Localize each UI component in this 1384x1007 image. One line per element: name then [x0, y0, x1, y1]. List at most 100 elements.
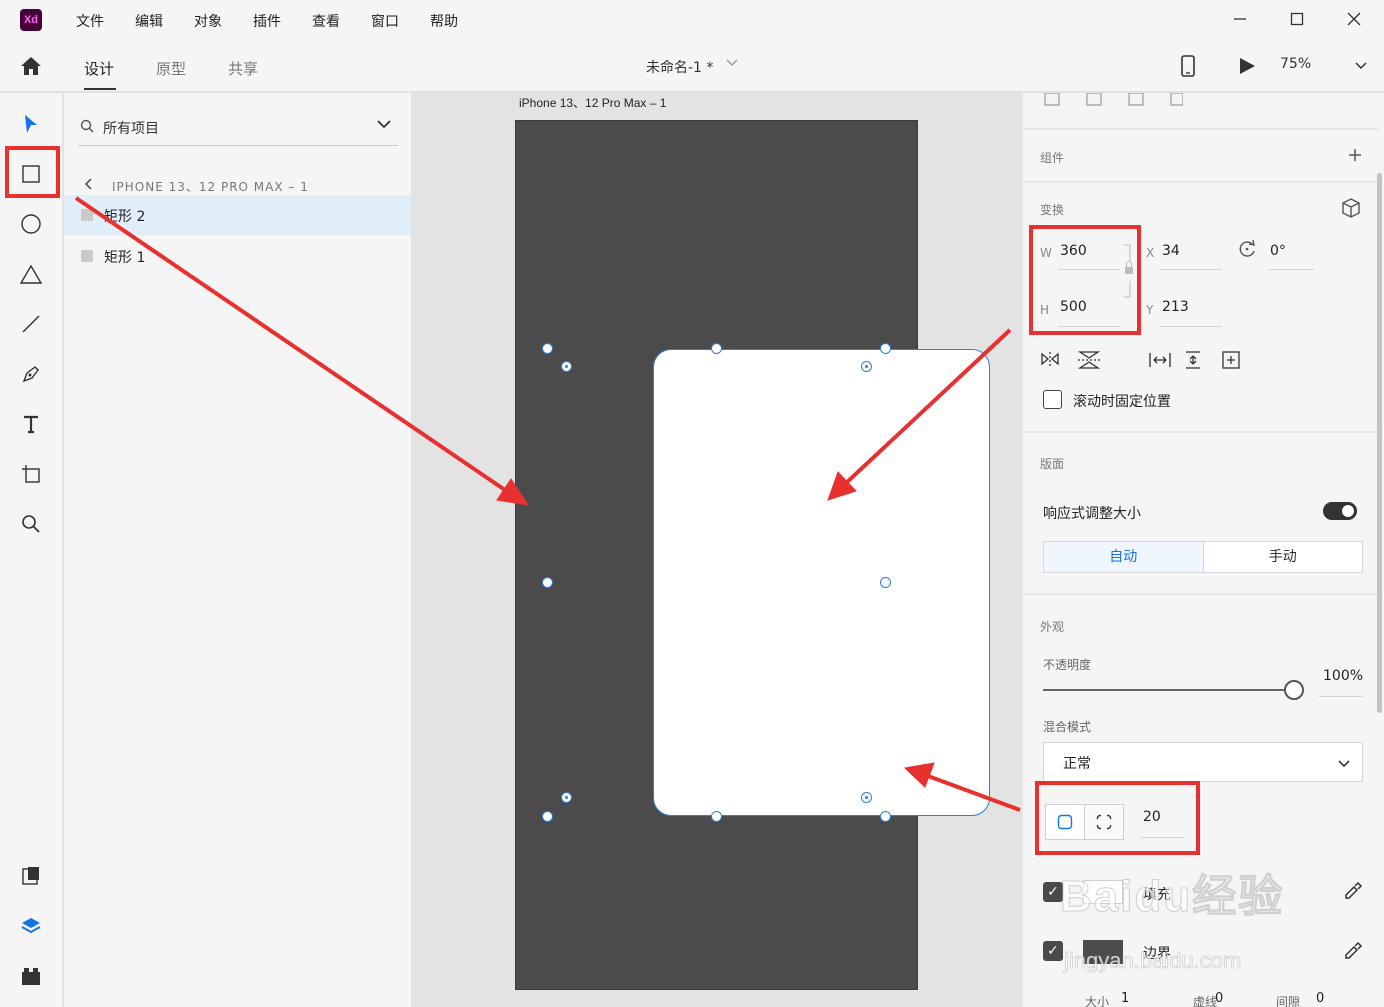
- home-icon[interactable]: [20, 56, 42, 80]
- menu-item-plugins[interactable]: 插件: [253, 11, 281, 31]
- tab-share[interactable]: 共享: [228, 58, 258, 79]
- zoom-tool-icon[interactable]: [18, 511, 44, 537]
- back-arrow-icon[interactable]: [84, 177, 94, 195]
- play-icon[interactable]: [1238, 56, 1256, 80]
- layer-row-rect-1[interactable]: 矩形 1: [64, 236, 411, 276]
- stroke-size-field[interactable]: 1: [1121, 991, 1129, 1006]
- pen-tool-icon[interactable]: [18, 361, 44, 387]
- polygon-tool-icon[interactable]: [18, 261, 44, 287]
- minimize-icon[interactable]: [1226, 8, 1254, 34]
- chevron-down-icon[interactable]: [377, 118, 391, 134]
- close-icon[interactable]: [1340, 8, 1368, 34]
- canvas[interactable]: iPhone 13、12 Pro Max – 1: [411, 93, 1022, 1007]
- search-icon: [80, 119, 94, 137]
- fix-position-checkbox[interactable]: [1043, 390, 1062, 409]
- corner-radius-handle[interactable]: [861, 792, 872, 803]
- components-title: 组件: [1040, 151, 1065, 165]
- device-preview-icon[interactable]: [1180, 55, 1196, 81]
- resize-handle-top-right[interactable]: [880, 343, 891, 354]
- document-assets-icon[interactable]: [18, 863, 44, 889]
- menu-item-object[interactable]: 对象: [194, 11, 222, 31]
- artboard[interactable]: [515, 120, 990, 990]
- divider: [1023, 593, 1378, 595]
- rotate-icon: [1237, 239, 1257, 263]
- y-field[interactable]: 213: [1162, 299, 1189, 315]
- resize-handle-bottom-right[interactable]: [880, 811, 891, 822]
- menu-item-view[interactable]: 查看: [312, 11, 340, 31]
- resize-handle-top[interactable]: [711, 343, 722, 354]
- layers-icon[interactable]: [18, 913, 44, 939]
- menu-item-file[interactable]: 文件: [76, 11, 104, 31]
- resize-handle-bottom-left[interactable]: [542, 811, 553, 822]
- manual-button[interactable]: 手动: [1204, 542, 1363, 572]
- dash-field[interactable]: 0: [1215, 991, 1223, 1006]
- chevron-down-icon: [1338, 757, 1350, 773]
- text-tool-icon[interactable]: [18, 411, 44, 437]
- layers-panel: 所有项目 IPHONE 13、12 PRO MAX – 1 矩形 2 矩形 1: [64, 93, 411, 1007]
- document-title[interactable]: 未命名-1 *: [646, 57, 713, 77]
- layer-filter-label: 所有项目: [103, 121, 159, 137]
- artboard-breadcrumb: IPHONE 13、12 PRO MAX – 1: [112, 180, 309, 194]
- opacity-value[interactable]: 100%: [1323, 668, 1363, 684]
- layer-name: 矩形 1: [104, 250, 146, 266]
- boolean-ops-icons[interactable]: [1043, 92, 1184, 111]
- resize-handle-bottom[interactable]: [711, 811, 722, 822]
- baidu-watermark-url: jingyan.baidu.com: [1064, 948, 1242, 974]
- auto-button[interactable]: 自动: [1044, 542, 1204, 572]
- baidu-watermark: Baidu经验: [1059, 872, 1285, 922]
- blend-mode-select[interactable]: 正常: [1043, 742, 1363, 782]
- layer-name: 矩形 2: [104, 209, 146, 225]
- flip-align-icons[interactable]: [1040, 350, 1240, 374]
- zoom-chevron-icon[interactable]: [1355, 58, 1367, 74]
- corner-radius-handle[interactable]: [561, 361, 572, 372]
- x-field[interactable]: 34: [1162, 243, 1180, 259]
- artboard-label[interactable]: iPhone 13、12 Pro Max – 1: [519, 94, 666, 111]
- corner-radius-handle[interactable]: [561, 792, 572, 803]
- divider: [1023, 181, 1378, 183]
- maximize-icon[interactable]: [1283, 8, 1311, 34]
- active-tab-indicator: [84, 88, 116, 90]
- add-component-icon[interactable]: [1348, 148, 1362, 166]
- opacity-slider-track[interactable]: [1043, 689, 1291, 691]
- resize-handle-right[interactable]: [880, 577, 891, 588]
- resize-handle-top-left[interactable]: [542, 343, 553, 354]
- divider: [1023, 431, 1378, 433]
- menu-item-edit[interactable]: 编辑: [135, 11, 163, 31]
- plugins-icon[interactable]: [18, 963, 44, 989]
- underline: [1160, 326, 1222, 327]
- opacity-slider-knob[interactable]: [1284, 680, 1304, 700]
- y-label: Y: [1146, 303, 1154, 317]
- resize-handle-left[interactable]: [542, 577, 553, 588]
- dash-label: 虚线: [1193, 995, 1218, 1007]
- responsive-resize-toggle[interactable]: [1323, 502, 1357, 520]
- menu-item-window[interactable]: 窗口: [371, 11, 399, 31]
- rotation-field[interactable]: 0°: [1270, 243, 1286, 259]
- panel-scrollbar[interactable]: [1377, 173, 1382, 713]
- select-tool-icon[interactable]: [18, 111, 44, 137]
- gap-label: 间隙: [1276, 995, 1301, 1007]
- layer-filter[interactable]: 所有项目: [78, 108, 398, 146]
- artboard-tool-icon[interactable]: [18, 461, 44, 487]
- layout-title: 版面: [1040, 457, 1065, 471]
- selected-rectangle[interactable]: [653, 349, 990, 816]
- chevron-down-icon[interactable]: [726, 56, 738, 70]
- title-bar: Xd 文件 编辑 对象 插件 查看 窗口 帮助: [0, 0, 1384, 42]
- eyedropper-icon[interactable]: [1343, 941, 1363, 965]
- fix-position-label: 滚动时固定位置: [1073, 394, 1171, 410]
- corner-radius-handle[interactable]: [861, 361, 872, 372]
- highlight-box-size: [1029, 225, 1141, 335]
- tab-design[interactable]: 设计: [84, 58, 114, 79]
- zoom-level[interactable]: 75%: [1280, 56, 1311, 72]
- xd-logo: Xd: [20, 9, 42, 31]
- gap-field[interactable]: 0: [1316, 991, 1324, 1006]
- 3d-transform-icon[interactable]: [1341, 198, 1361, 222]
- ellipse-tool-icon[interactable]: [18, 211, 44, 237]
- eyedropper-icon[interactable]: [1343, 881, 1363, 905]
- menu-item-help[interactable]: 帮助: [430, 11, 458, 31]
- border-checkbox[interactable]: ✓: [1043, 941, 1063, 961]
- highlight-box-rectangle-tool: [5, 146, 60, 198]
- layer-row-rect-2[interactable]: 矩形 2: [64, 195, 411, 235]
- tab-prototype[interactable]: 原型: [156, 58, 186, 79]
- line-tool-icon[interactable]: [18, 311, 44, 337]
- tool-bar: [0, 93, 63, 1007]
